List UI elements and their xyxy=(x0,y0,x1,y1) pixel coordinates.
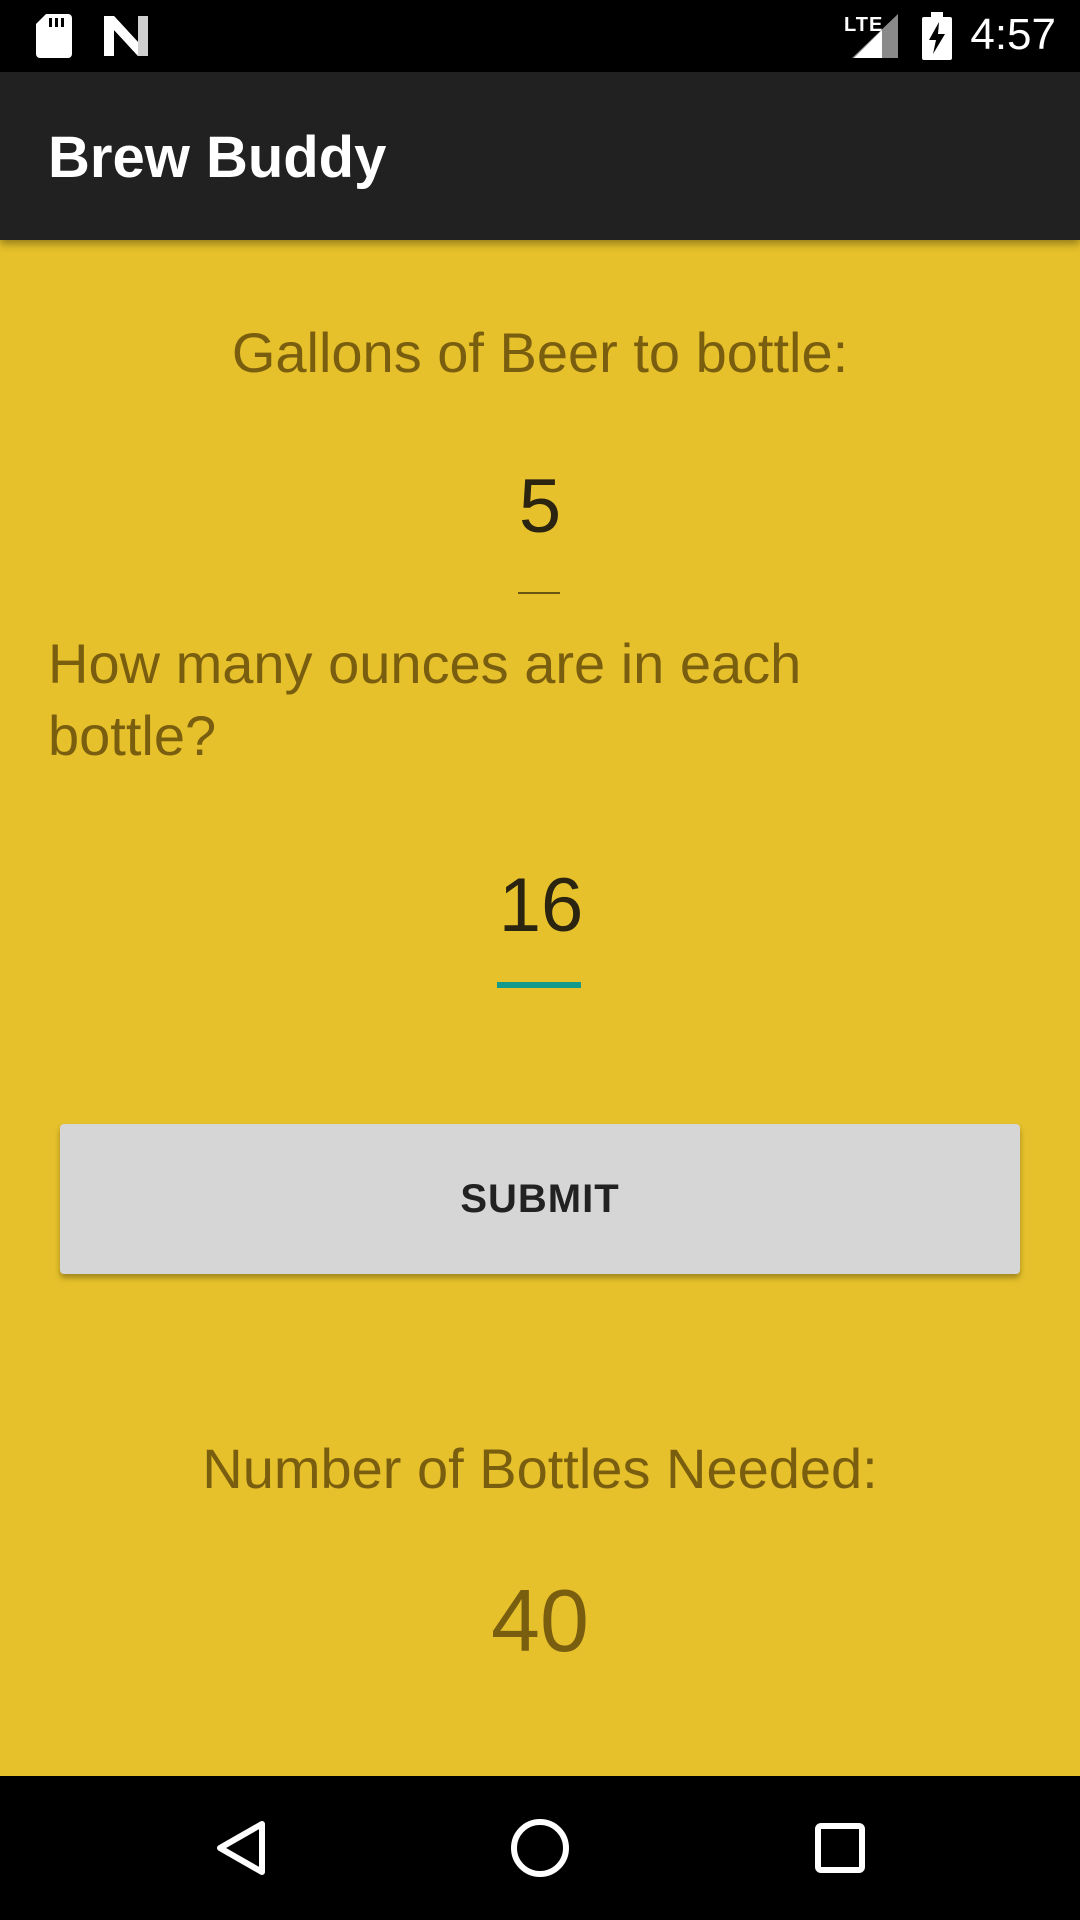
navigation-bar xyxy=(0,1776,1080,1920)
bottles-needed-value: 40 xyxy=(491,1571,589,1670)
submit-button[interactable]: SUBMIT xyxy=(60,1124,1020,1274)
bottles-needed-label: Number of Bottles Needed: xyxy=(202,1437,878,1500)
signal-icon xyxy=(852,14,898,63)
app-bar: Brew Buddy xyxy=(0,72,1080,240)
battery-charging-icon xyxy=(922,12,952,65)
main-content: Gallons of Beer to bottle: 5 How many ou… xyxy=(0,240,1080,1776)
ounces-input[interactable]: 16 xyxy=(496,866,586,946)
sd-card-icon xyxy=(36,14,72,63)
gallons-input-underline xyxy=(518,592,560,594)
recents-icon[interactable] xyxy=(804,1812,876,1884)
gallons-input[interactable]: 5 xyxy=(510,469,570,545)
ounces-label: How many ounces are in each bottle? xyxy=(48,632,802,767)
back-icon[interactable] xyxy=(206,1812,278,1884)
app-title: Brew Buddy xyxy=(48,125,387,190)
gallons-label: Gallons of Beer to bottle: xyxy=(231,321,849,384)
n-icon xyxy=(104,16,148,61)
status-bar: LTE 4:57 xyxy=(0,0,1080,72)
ounces-input-underline xyxy=(497,982,581,988)
home-icon[interactable] xyxy=(504,1812,576,1884)
clock: 4:57 xyxy=(970,10,1056,59)
